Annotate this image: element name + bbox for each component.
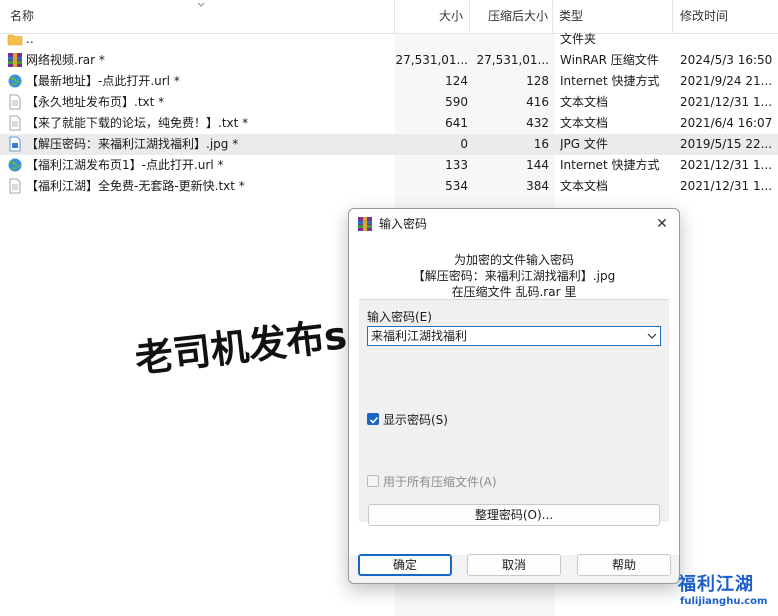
cancel-button[interactable]: 取消 <box>467 554 561 576</box>
file-name: 【最新地址】-点此打开.url * <box>26 74 180 88</box>
file-size: 534 <box>445 179 468 193</box>
file-type: 文本文档 <box>560 179 609 193</box>
file-modified: 2024/5/3 16:50 <box>680 53 773 67</box>
dialog-titlebar[interactable]: 输入密码 ✕ <box>349 209 679 239</box>
sort-chevron-icon <box>197 2 205 7</box>
folder-icon <box>7 34 23 46</box>
file-name: 【福利江湖发布页1】-点此打开.url * <box>26 158 224 172</box>
file-modified: 2021/12/31 1... <box>680 158 773 172</box>
password-value: 来福利江湖找福利 <box>371 329 468 343</box>
organize-passwords-button[interactable]: 整理密码(O)... <box>368 504 660 526</box>
winrar-icon <box>358 217 372 231</box>
file-type: 文本文档 <box>560 95 609 109</box>
file-size: 0 <box>460 137 468 151</box>
jpg-image-icon <box>9 136 21 152</box>
winrar-archive-icon <box>8 53 22 67</box>
logo-sub-text: fulijianghu.com <box>680 596 768 607</box>
file-row[interactable]: 【福利江湖】全免费-无套路-更新快.txt * 534 384 文本文档 2021/12… <box>0 176 778 197</box>
file-type: Internet 快捷方式 <box>560 158 660 172</box>
internet-shortcut-icon <box>8 158 22 172</box>
file-modified: 2021/12/31 1... <box>680 95 773 109</box>
show-password-checkbox[interactable] <box>367 413 379 425</box>
use-for-all-checkbox <box>367 475 379 487</box>
file-row[interactable]: 网络视频.rar * 27,531,01... 27,531,01... WinRAR… <box>0 50 778 71</box>
file-modified <box>680 29 778 50</box>
file-name: 【永久地址发布页】.txt * <box>26 95 165 109</box>
file-name: 【来了就能下载的论坛，纯免费！】.txt * <box>26 116 249 130</box>
text-document-icon <box>9 115 21 131</box>
file-row[interactable]: 【来了就能下载的论坛，纯免费！】.txt * 641 432 文本文档 2021/6/4… <box>0 113 778 134</box>
file-type: JPG 文件 <box>560 137 608 151</box>
checkmark-icon <box>369 416 379 424</box>
file-packed-size: 416 <box>526 95 549 109</box>
file-name: 【解压密码：来福利江湖找福利】.jpg * <box>26 137 239 151</box>
use-for-all-label: 用于所有压缩文件(A) <box>383 475 497 489</box>
file-size: 124 <box>445 74 468 88</box>
site-logo: 福利江湖 fulijianghu.com <box>678 570 778 616</box>
file-packed-size: 27,531,01... <box>476 53 549 67</box>
info-line-1: 为加密的文件输入密码 <box>453 253 574 267</box>
text-document-icon <box>9 178 21 194</box>
file-packed-size: 384 <box>526 179 549 193</box>
file-modified: 2021/12/31 1... <box>680 179 773 193</box>
file-modified: 2021/6/4 16:07 <box>680 116 773 130</box>
file-type: 文本文档 <box>560 116 609 130</box>
file-size: 641 <box>445 116 468 130</box>
info-line-2: 【解压密码：来福利江湖找福利】.jpg <box>412 269 616 283</box>
password-dialog: 输入密码 ✕ 为加密的文件输入密码 【解压密码：来福利江湖找福利】.jpg 在压… <box>348 208 680 584</box>
show-password-label[interactable]: 显示密码(S) <box>383 411 448 428</box>
file-packed-size <box>470 29 549 50</box>
file-row[interactable]: 【永久地址发布页】.txt * 590 416 文本文档 2021/12/31 1... <box>0 92 778 113</box>
file-packed-size: 144 <box>526 158 549 172</box>
file-row[interactable]: 【福利江湖发布页1】-点此打开.url * 133 144 Internet 快捷方式… <box>0 155 778 176</box>
file-size: 590 <box>445 95 468 109</box>
close-button[interactable]: ✕ <box>651 213 673 235</box>
password-input[interactable]: 来福利江湖找福利 <box>367 326 661 346</box>
file-row[interactable]: 【解压密码：来福利江湖找福利】.jpg * 0 16 JPG 文件 2019/5/15 … <box>0 134 778 155</box>
file-modified: 2019/5/15 22... <box>680 137 773 151</box>
logo-main-text: 福利江湖 <box>678 574 754 595</box>
dialog-title: 输入密码 <box>379 217 428 231</box>
file-size: 133 <box>445 158 468 172</box>
file-packed-size: 16 <box>533 137 549 151</box>
file-name: 【福利江湖】全免费-无套路-更新快.txt * <box>26 179 245 193</box>
info-line-3: 在压缩文件 乱码.rar 里 <box>451 285 577 299</box>
file-size: 27,531,01... <box>395 53 468 67</box>
text-document-icon <box>9 94 21 110</box>
file-packed-size: 432 <box>526 116 549 130</box>
file-type: WinRAR 压缩文件 <box>560 53 659 67</box>
file-row[interactable]: .. 文件夹 <box>0 29 778 50</box>
chevron-down-icon[interactable] <box>647 332 657 340</box>
file-modified: 2021/9/24 21... <box>680 74 773 88</box>
file-name: 网络视频.rar * <box>26 53 105 67</box>
file-type: Internet 快捷方式 <box>560 74 660 88</box>
file-row[interactable]: 【最新地址】-点此打开.url * 124 128 Internet 快捷方式 2021… <box>0 71 778 92</box>
file-packed-size: 128 <box>526 74 549 88</box>
ok-button[interactable]: 确定 <box>358 554 452 576</box>
file-size <box>395 29 468 50</box>
internet-shortcut-icon <box>8 74 22 88</box>
file-type: 文件夹 <box>560 32 597 46</box>
file-name: .. <box>26 32 34 46</box>
password-label: 输入密码(E) <box>367 310 432 324</box>
help-button[interactable]: 帮助 <box>577 554 671 576</box>
password-group: 输入密码(E) 来福利江湖找福利 显示密码(S) 用于所有压缩文件(A) 整理密… <box>359 299 669 526</box>
